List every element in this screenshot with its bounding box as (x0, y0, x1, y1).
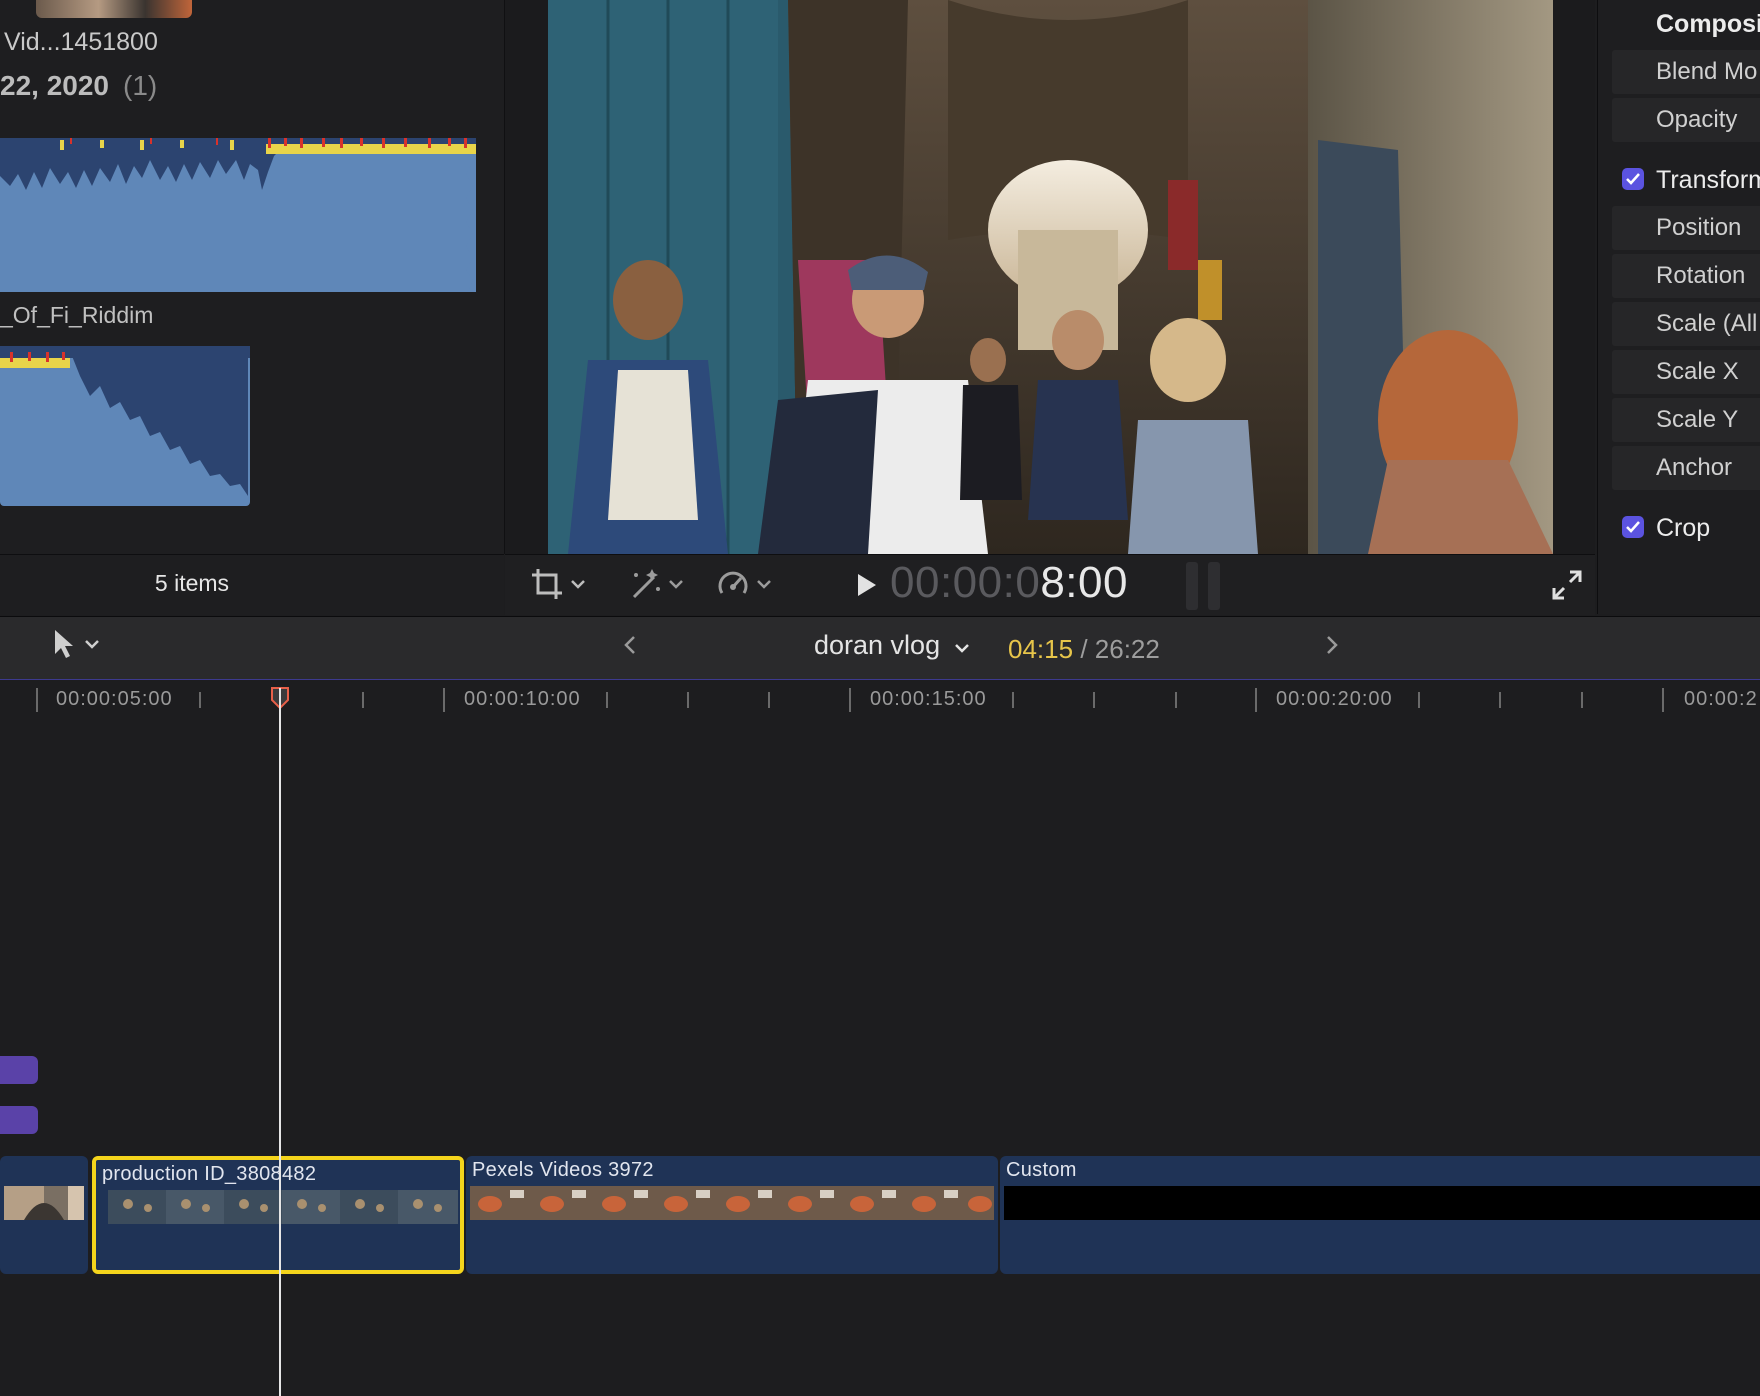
checkmark-icon (1626, 521, 1640, 533)
ruler-label: 00:00:20:00 (1276, 688, 1393, 710)
arrow-cursor-icon (55, 630, 73, 658)
browser-panel: Vid...1451800 22, 2020 (1) _Of_Fi_Riddim (0, 0, 505, 554)
transform-tools-button[interactable] (530, 566, 586, 602)
checkmark-icon (1626, 173, 1640, 185)
crop-header: Crop (1656, 514, 1711, 542)
clip-name: production ID_3808482 (102, 1163, 317, 1185)
connected-clip-marker[interactable] (0, 1106, 38, 1134)
scale-all-label: Scale (All (1656, 310, 1758, 337)
audio-waveform-clip[interactable] (0, 130, 476, 292)
clip-filmstrip (1004, 1186, 1760, 1220)
inspector-panel: Composit Blend Mo Opacity Transform Posi… (1597, 0, 1760, 614)
ruler-label: 00:00:05:00 (56, 688, 173, 710)
fullscreen-icon[interactable] (1552, 570, 1582, 600)
clip-filmstrip (4, 1186, 84, 1220)
date-group-header[interactable]: 22, 2020 (1) (0, 70, 157, 102)
chevron-down-icon (571, 580, 585, 589)
blend-mode-label: Blend Mo (1656, 58, 1758, 85)
position-label: Position (1656, 214, 1742, 241)
audio-meters-icon[interactable] (1184, 562, 1224, 610)
viewer-video-frame[interactable] (548, 0, 1553, 554)
duration-separator: / (1080, 634, 1088, 664)
chevron-right-icon[interactable] (1324, 634, 1340, 656)
timeline-area[interactable] (0, 720, 1760, 1396)
project-name[interactable]: doran vlog (814, 630, 970, 661)
scale-x-label: Scale X (1656, 358, 1739, 385)
timecode-value: 8:00 (1040, 558, 1128, 607)
connected-clip-marker[interactable] (0, 1056, 38, 1084)
crop-checkbox[interactable] (1622, 516, 1644, 538)
tool-selector[interactable] (52, 628, 100, 660)
timeline-clip[interactable] (0, 1156, 88, 1274)
clip-filmstrip (470, 1186, 994, 1220)
chevron-down-icon (757, 580, 771, 589)
chevron-down-icon (669, 580, 683, 589)
timeline-clip[interactable]: Pexels Videos 3972 (466, 1156, 998, 1274)
total-duration: 26:22 (1094, 634, 1160, 664)
clip-filmstrip (108, 1190, 458, 1224)
current-duration: 04:15 (1008, 634, 1074, 664)
enhance-button[interactable] (626, 566, 684, 602)
project-name-label: doran vlog (814, 630, 941, 660)
chevron-left-icon[interactable] (622, 634, 638, 656)
magic-wand-icon (632, 569, 660, 599)
timeline-clip-selected[interactable]: production ID_3808482 (92, 1156, 464, 1274)
audio-clip-name: _Of_Fi_Riddim (0, 302, 154, 328)
rotation-label: Rotation (1656, 262, 1746, 289)
date-count: (1) (123, 70, 158, 101)
anchor-label: Anchor (1656, 454, 1733, 481)
clip-name: Custom (1006, 1159, 1077, 1181)
playhead[interactable] (279, 688, 281, 1396)
items-count: 5 items (154, 570, 230, 596)
transform-header: Transform (1656, 166, 1760, 194)
ruler-label: 00:00:10:00 (464, 688, 581, 710)
play-icon[interactable] (856, 572, 878, 598)
retime-button[interactable] (716, 566, 772, 602)
transform-checkbox[interactable] (1622, 168, 1644, 190)
clip-title: Vid...1451800 (4, 28, 158, 56)
ruler-label: 00:00:15:00 (870, 688, 987, 710)
opacity-label: Opacity (1656, 106, 1738, 133)
speedometer-icon (718, 571, 748, 594)
project-duration: 04:15 / 26:22 (1008, 634, 1160, 665)
clip-thumbnail[interactable] (36, 0, 192, 18)
clip-name: Pexels Videos 3972 (472, 1159, 654, 1181)
chevron-down-icon (85, 640, 99, 649)
date-label: 22, 2020 (0, 70, 109, 101)
chevron-down-icon (954, 644, 969, 653)
timecode-leading: 00:00:0 (890, 558, 1041, 607)
crop-transform-icon (532, 569, 562, 599)
compositing-header: Composit (1656, 10, 1760, 38)
ruler-label: 00:00:2 (1684, 688, 1758, 710)
timeline-clip[interactable]: Custom (1000, 1156, 1760, 1274)
scale-y-label: Scale Y (1656, 406, 1739, 433)
audio-waveform-clip-2[interactable] (0, 346, 250, 506)
viewer-timecode[interactable]: 00:00:08:00 (890, 558, 1128, 608)
